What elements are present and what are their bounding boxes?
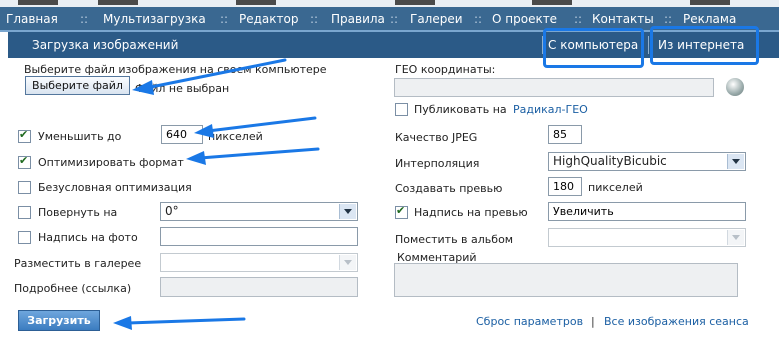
arrow [132,58,287,95]
arrow [186,147,320,165]
arrow [194,116,317,138]
annotation-arrows [113,58,320,330]
arrow [113,316,246,330]
